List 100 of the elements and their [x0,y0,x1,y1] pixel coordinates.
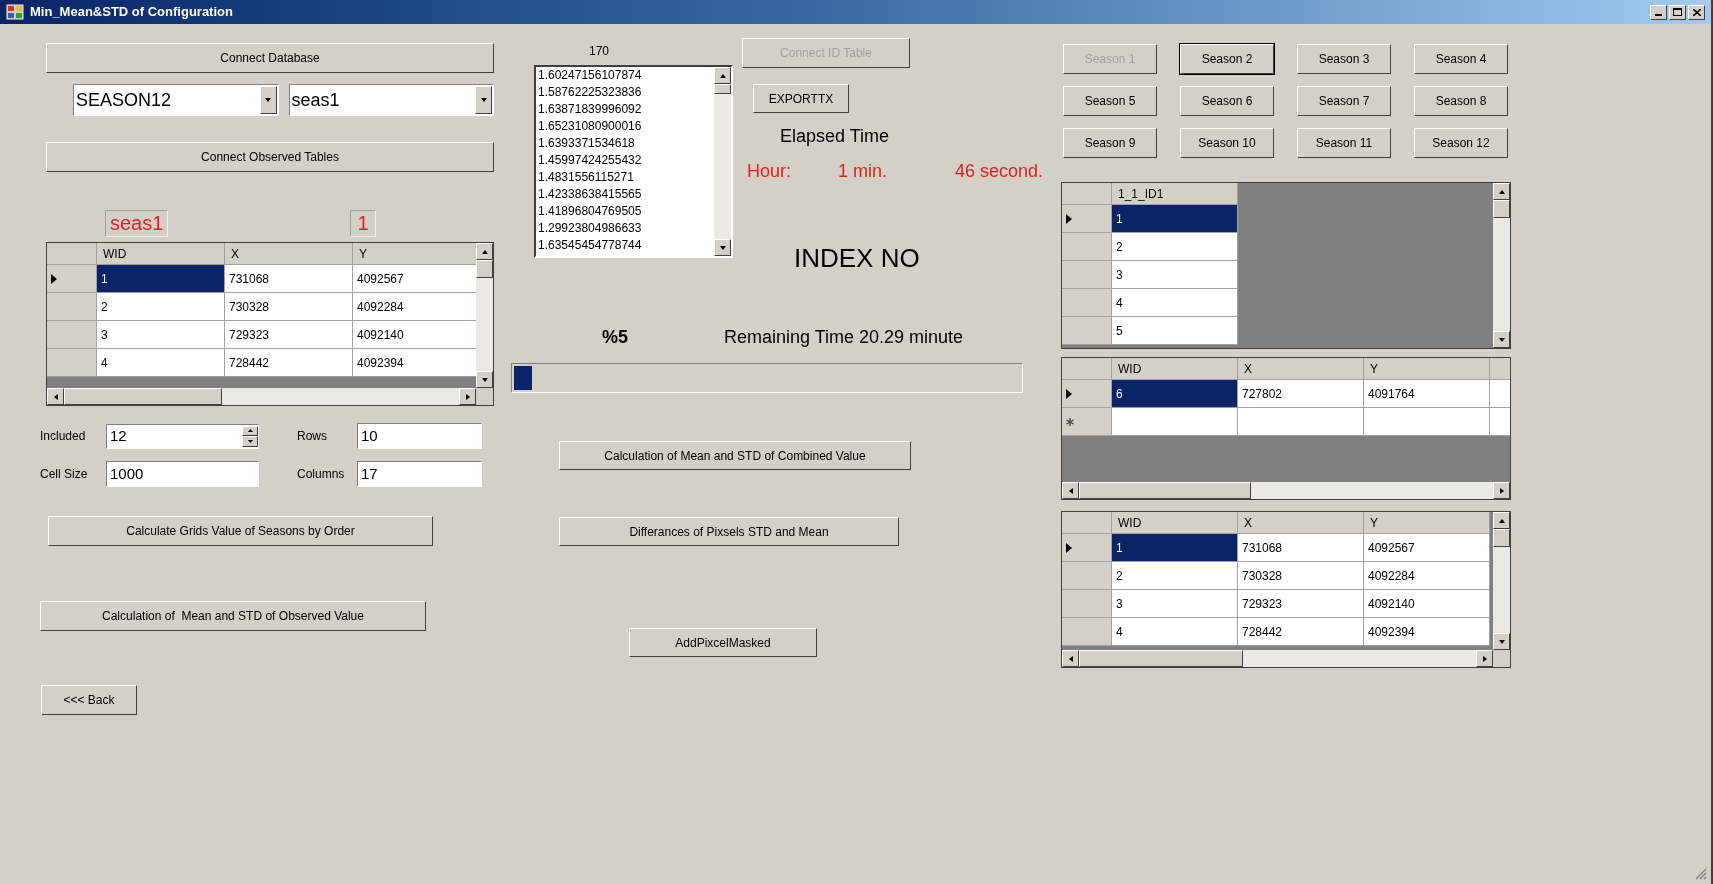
vertical-scrollbar[interactable] [476,243,493,388]
vertical-scrollbar[interactable] [714,67,731,256]
add-masked-button[interactable]: AddPixcelMasked [629,628,817,657]
column-header[interactable]: WID [1112,358,1238,380]
season-button[interactable]: Season 5 [1063,86,1157,116]
table-cell[interactable]: 4092140 [1364,590,1490,618]
calculate-combined-button[interactable]: Calculation of Mean and STD of Combined Value [559,441,911,470]
table-cell[interactable]: 2 [1112,233,1238,261]
row-header[interactable] [1062,205,1112,233]
table-cell[interactable]: 4092394 [353,349,476,377]
back-button[interactable]: <<< Back [41,685,137,715]
season-button[interactable]: Season 11 [1297,128,1391,158]
list-item[interactable]: 1.63871839996092 [538,101,714,118]
table-cell[interactable]: 728442 [225,349,353,377]
table-cell[interactable]: 1 [97,265,225,293]
connect-database-button[interactable]: Connect Database [46,43,494,73]
season-button[interactable]: Season 7 [1297,86,1391,116]
table-cell[interactable] [1112,408,1238,436]
table-cell[interactable]: 4092284 [353,293,476,321]
table-cell[interactable]: 2 [1112,562,1238,590]
table-cell[interactable]: 4092140 [353,321,476,349]
column-header[interactable]: Y [1364,358,1490,380]
season-button[interactable]: Season 12 [1414,128,1508,158]
table-cell[interactable]: 729323 [225,321,353,349]
dropdown-button[interactable] [475,86,492,114]
list-item[interactable]: 1.65231080900016 [538,118,714,135]
table-cell[interactable] [1364,408,1490,436]
table-cell[interactable]: 728442 [1238,618,1364,646]
horizontal-scrollbar[interactable] [47,388,476,405]
list-item[interactable]: 1.42338638415565 [538,186,714,203]
horizontal-scrollbar[interactable] [1062,482,1510,499]
table-cell[interactable]: 729323 [1238,590,1364,618]
spin-down-button[interactable] [242,436,258,447]
scroll-down-button[interactable] [1493,633,1510,650]
table-cell[interactable]: 4092284 [1364,562,1490,590]
input-field[interactable]: 17 [357,461,482,487]
calculate-grids-button[interactable]: Calculate Grids Value of Seasons by Order [48,516,433,546]
table-dropdown[interactable]: seas1 [288,84,494,116]
vertical-scrollbar[interactable] [1493,183,1510,348]
scroll-thumb[interactable] [1493,529,1510,547]
scroll-down-button[interactable] [714,239,731,256]
database-dropdown[interactable]: SEASON12 [73,84,279,116]
table-cell[interactable]: 4 [97,349,225,377]
table-cell[interactable]: 2 [97,293,225,321]
table-cell[interactable] [1490,408,1510,436]
list-item[interactable]: 1.60247156107874 [538,67,714,84]
column-header[interactable]: 1_1_ID1 [1112,183,1238,205]
season-button[interactable]: Season 2 [1180,44,1274,74]
table-cell[interactable]: 3 [1112,261,1238,289]
list-item[interactable]: 1.41896804769505 [538,203,714,220]
value-list[interactable]: 1.60247156107874 1.58762225323836 1.63871839996092 1.65231080900016 1.6393371534618 1.45997424255432 1.4831556115271 1.42338638415565 1.41896804769505 1.29923804986633 1.63545454778744 [534,65,733,258]
table-cell[interactable]: 730328 [225,293,353,321]
table-cell[interactable]: 731068 [1238,534,1364,562]
minimize-button[interactable] [1650,4,1667,20]
table-cell[interactable]: 4092567 [353,265,476,293]
list-item[interactable]: 1.45997424255432 [538,152,714,169]
table-cell[interactable]: 4 [1112,618,1238,646]
scroll-thumb[interactable] [1079,650,1243,667]
scroll-up-button[interactable] [714,67,731,84]
table-cell[interactable]: 1 [1112,534,1238,562]
list-item[interactable]: 1.4831556115271 [538,169,714,186]
scroll-up-button[interactable] [476,243,493,260]
table-cell[interactable]: 730328 [1238,562,1364,590]
scroll-thumb[interactable] [476,260,493,278]
table-cell[interactable] [1490,380,1510,408]
resize-grip-icon[interactable] [1695,868,1707,880]
table-cell[interactable]: 3 [97,321,225,349]
input-field[interactable]: 10 [357,423,482,449]
column-header[interactable]: WID [1112,512,1238,534]
calculate-observed-button[interactable]: Calculation of Mean and STD of Observed Value [40,601,426,631]
list-item[interactable]: 1.63545454778744 [538,237,714,254]
row-header[interactable] [1062,534,1112,562]
column-header[interactable]: WID [97,243,225,265]
table-cell[interactable]: 4092394 [1364,618,1490,646]
season-button[interactable]: Season 6 [1180,86,1274,116]
scroll-down-button[interactable] [1493,331,1510,348]
column-header[interactable]: Y [1364,512,1490,534]
list-item[interactable]: 1.29923804986633 [538,220,714,237]
table-cell[interactable]: 727802 [1238,380,1364,408]
scroll-left-button[interactable] [47,388,64,405]
scroll-left-button[interactable] [1062,482,1079,499]
table-cell[interactable]: 1 [1112,205,1238,233]
list-item[interactable]: 1.6393371534618 [538,135,714,152]
column-header[interactable]: X [225,243,353,265]
maximize-button[interactable] [1669,4,1686,20]
column-header[interactable]: X [1238,358,1364,380]
scroll-right-button[interactable] [1476,650,1493,667]
table-cell[interactable]: 4 [1112,289,1238,317]
horizontal-scrollbar[interactable] [1062,650,1493,667]
scroll-right-button[interactable] [1493,482,1510,499]
season-button[interactable]: Season 3 [1297,44,1391,74]
scroll-up-button[interactable] [1493,183,1510,200]
dropdown-button[interactable] [259,86,277,114]
table-cell[interactable] [1238,408,1364,436]
export-button[interactable]: EXPORTTX [753,84,849,113]
scroll-right-button[interactable] [459,388,476,405]
table-cell[interactable]: 4092567 [1364,534,1490,562]
spin-up-button[interactable] [242,425,258,436]
scroll-thumb[interactable] [64,388,222,405]
row-header[interactable] [1062,380,1112,408]
